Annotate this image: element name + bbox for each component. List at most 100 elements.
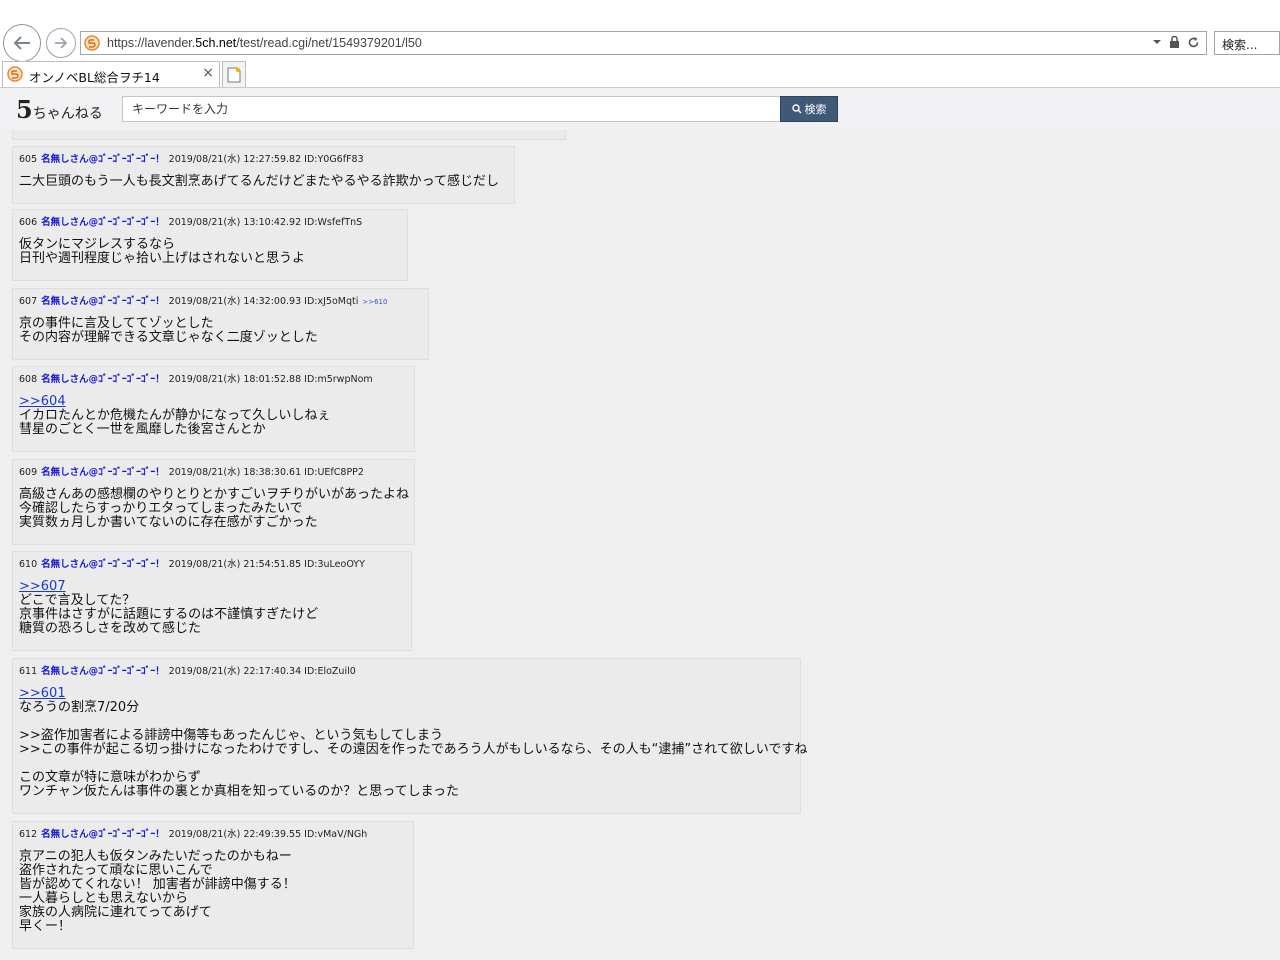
post-line: 盗作されたって頑なに思いこんで xyxy=(19,863,213,878)
post: 610 名無しさん@ｺﾞｰｺﾞｰｺﾞｰｺﾞｰ！ 2019/08/21(水) 21:5… xyxy=(12,551,412,651)
site-header: 5ちゃんねる 検索 xyxy=(0,88,1280,131)
refresh-icon[interactable] xyxy=(1187,36,1200,49)
url-text[interactable]: https://lavender.5ch.net/test/read.cgi/n… xyxy=(107,36,422,50)
forward-button[interactable] xyxy=(46,28,76,58)
search-button-label: 検索 xyxy=(804,103,827,116)
post-body: 京の事件に言及しててゾッとした その内容が理解できる文章じゃなく二度ゾッとした xyxy=(19,317,422,345)
post-line xyxy=(19,757,794,771)
post-number[interactable]: 608 xyxy=(19,374,37,385)
address-bar[interactable]: https://lavender.5ch.net/test/read.cgi/n… xyxy=(80,31,1207,55)
post-line: >>この事件が起こる切っ掛けになったわけですし、その遠因を作ったであろう人がもし… xyxy=(19,742,808,757)
anchor-link[interactable]: >>607 xyxy=(19,580,405,594)
post-number[interactable]: 605 xyxy=(19,154,37,165)
post-number[interactable]: 606 xyxy=(19,217,37,228)
thread-content: 605 名無しさん@ｺﾞｰｺﾞｰｺﾞｰｺﾞｰ！ 2019/08/21(水) 12:2… xyxy=(0,130,1280,960)
post-line: なろうの割烹7/20分 xyxy=(19,700,140,715)
post-meta: 605 名無しさん@ｺﾞｰｺﾞｰｺﾞｰｺﾞｰ！ 2019/08/21(水) 12:2… xyxy=(19,153,508,167)
post-datetime: 2019/08/21(水) 13:10:42.92 xyxy=(168,217,302,228)
poster-name: 名無しさん@ｺﾞｰｺﾞｰｺﾞｰｺﾞｰ！ xyxy=(41,374,165,385)
post: 605 名無しさん@ｺﾞｰｺﾞｰｺﾞｰｺﾞｰ！ 2019/08/21(水) 12:2… xyxy=(12,146,515,204)
post: 609 名無しさん@ｺﾞｰｺﾞｰｺﾞｰｺﾞｰ！ 2019/08/21(水) 18:3… xyxy=(12,459,415,545)
post: 612 名無しさん@ｺﾞｰｺﾞｰｺﾞｰｺﾞｰ！ 2019/08/21(水) 22:4… xyxy=(12,821,414,949)
poster-id[interactable]: ID:vMaV/NGh xyxy=(304,829,367,840)
post-datetime: 2019/08/21(水) 22:17:40.34 xyxy=(168,666,302,677)
post-datetime: 2019/08/21(水) 18:01:52.88 xyxy=(168,374,302,385)
post-number[interactable]: 609 xyxy=(19,467,37,478)
post-line: 仮タンにマジレスするなら xyxy=(19,237,176,252)
post-line: 京事件はさすがに話題にするのは不謹慎すぎたけど xyxy=(19,607,319,622)
poster-name: 名無しさん@ｺﾞｰｺﾞｰｺﾞｰｺﾞｰ！ xyxy=(41,217,165,228)
post-line: 今確認したらすっかりエタってしまったみたいで xyxy=(19,501,303,516)
post-body: >>607 どこで言及してた？ 京事件はさすがに話題にするのは不謹慎すぎたけど 糖質の… xyxy=(19,580,405,636)
post-number[interactable]: 611 xyxy=(19,666,37,677)
tab-close-icon[interactable]: × xyxy=(202,65,214,81)
post-line: 家族の人病院に連れてってあげて xyxy=(19,905,212,920)
post-datetime: 2019/08/21(水) 21:54:51.85 xyxy=(168,559,302,570)
post: 607 名無しさん@ｺﾞｰｺﾞｰｺﾞｰｺﾞｰ！ 2019/08/21(水) 14:3… xyxy=(12,288,429,360)
poster-name: 名無しさん@ｺﾞｰｺﾞｰｺﾞｰｺﾞｰ！ xyxy=(41,296,165,307)
post-line: その内容が理解できる文章じゃなく二度ゾッとした xyxy=(19,330,318,345)
poster-name: 名無しさん@ｺﾞｰｺﾞｰｺﾞｰｺﾞｰ！ xyxy=(41,467,165,478)
post-body: 二大巨頭のもう一人も長文割烹あげてるんだけどまたやるやる詐欺かって感じだし xyxy=(19,175,508,189)
search-button[interactable]: 検索 xyxy=(780,96,838,122)
post-datetime: 2019/08/21(水) 14:32:00.93 xyxy=(168,296,302,307)
back-button[interactable] xyxy=(3,24,41,62)
poster-id[interactable]: ID:Y0G6fF83 xyxy=(304,154,363,165)
post-line: 二大巨頭のもう一人も長文割烹あげてるんだけどまたやるやる詐欺かって感じだし xyxy=(19,174,499,189)
site-favicon-icon xyxy=(84,35,100,55)
magnifier-icon xyxy=(791,104,802,114)
new-tab-icon xyxy=(227,67,241,82)
post-meta: 611 名無しさん@ｺﾞｰｺﾞｰｺﾞｰｺﾞｰ！ 2019/08/21(水) 22:1… xyxy=(19,665,794,679)
post-line: この文章が特に意味がわからず xyxy=(19,770,201,785)
post-body: >>604 イカロたんとか危機たんが静かになって久しいしねぇ 彗星のごとく一世を風靡… xyxy=(19,395,408,437)
post-number[interactable]: 612 xyxy=(19,829,37,840)
post-datetime: 2019/08/21(水) 12:27:59.82 xyxy=(168,154,302,165)
post: 606 名無しさん@ｺﾞｰｺﾞｰｺﾞｰｺﾞｰ！ 2019/08/21(水) 13:1… xyxy=(12,209,408,281)
post-line: 京の事件に言及しててゾッとした xyxy=(19,316,214,331)
keyword-search-input[interactable] xyxy=(122,96,781,122)
post-line: 早くー！ xyxy=(19,919,72,934)
previous-post-edge xyxy=(12,130,566,140)
post-meta: 609 名無しさん@ｺﾞｰｺﾞｰｺﾞｰｺﾞｰ！ 2019/08/21(水) 18:3… xyxy=(19,466,408,480)
poster-id[interactable]: ID:EloZuil0 xyxy=(304,666,356,677)
anchor-link[interactable]: >>601 xyxy=(19,687,794,701)
poster-id[interactable]: ID:UEfC8PP2 xyxy=(304,467,364,478)
post-line: >>盗作加害者による誹謗中傷等もあったんじゃ、という気もしてしまう xyxy=(19,728,444,743)
post-meta: 608 名無しさん@ｺﾞｰｺﾞｰｺﾞｰｺﾞｰ！ 2019/08/21(水) 18:0… xyxy=(19,373,408,387)
post-line xyxy=(19,715,794,729)
post-body: 京アニの犯人も仮タンみたいだったのかもねー 盗作されたって頑なに思いこんで 皆が認め… xyxy=(19,850,407,934)
new-tab-button[interactable] xyxy=(222,61,246,87)
poster-id[interactable]: ID:3uLeoOYY xyxy=(304,559,365,570)
post-line: 糖質の恐ろしさを改めて感じた xyxy=(19,621,202,636)
post-line: 高級さんあの感想欄のやりとりとかすごいヲチりがいがあったよね xyxy=(19,487,410,502)
lock-icon[interactable] xyxy=(1169,35,1180,49)
poster-id[interactable]: ID:xJ5oMqti xyxy=(304,296,358,307)
poster-name: 名無しさん@ｺﾞｰｺﾞｰｺﾞｰｺﾞｰ！ xyxy=(41,154,165,165)
post-line: ワンチャン仮たんは事件の裏とか真相を知っているのか？と思ってしまった xyxy=(19,784,460,799)
post-meta: 610 名無しさん@ｺﾞｰｺﾞｰｺﾞｰｺﾞｰ！ 2019/08/21(水) 21:5… xyxy=(19,558,405,572)
post-line: 一人暮らしとも思えないから xyxy=(19,891,189,906)
browser-search-box[interactable]: 検索... xyxy=(1214,31,1280,55)
post-line: 皆が認めてくれない！ 加害者が誹謗中傷する！ xyxy=(19,877,296,892)
site-logo[interactable]: 5ちゃんねる xyxy=(16,95,103,124)
post-meta: 607 名無しさん@ｺﾞｰｺﾞｰｺﾞｰｺﾞｰ！ 2019/08/21(水) 14:3… xyxy=(19,295,422,309)
post-line: 京アニの犯人も仮タンみたいだったのかもねー xyxy=(19,849,292,864)
post-line: 日刊や週刊程度じゃ拾い上げはされないと思うよ xyxy=(19,251,306,266)
poster-name: 名無しさん@ｺﾞｰｺﾞｰｺﾞｰｺﾞｰ！ xyxy=(41,559,165,570)
poster-id[interactable]: ID:WsfefTnS xyxy=(304,217,362,228)
back-arrow-icon xyxy=(13,36,30,50)
post-line: どこで言及してた？ xyxy=(19,593,136,608)
poster-name: 名無しさん@ｺﾞｰｺﾞｰｺﾞｰｺﾞｰ！ xyxy=(41,666,165,677)
dropdown-arrow-icon[interactable] xyxy=(1152,38,1162,46)
post-datetime: 2019/08/21(水) 18:38:30.61 xyxy=(168,467,302,478)
anchor-link[interactable]: >>604 xyxy=(19,395,408,409)
post-meta: 606 名無しさん@ｺﾞｰｺﾞｰｺﾞｰｺﾞｰ！ 2019/08/21(水) 13:1… xyxy=(19,216,401,230)
tab-active[interactable]: オンノベBL総合ヲチ14 × xyxy=(2,61,220,87)
post-number[interactable]: 607 xyxy=(19,296,37,307)
post-line: 実質数ヵ月しか書いてないのに存在感がすごかった xyxy=(19,515,318,530)
post-meta: 612 名無しさん@ｺﾞｰｺﾞｰｺﾞｰｺﾞｰ！ 2019/08/21(水) 22:4… xyxy=(19,828,407,842)
post-number[interactable]: 610 xyxy=(19,559,37,570)
reply-link[interactable]: >>610 xyxy=(362,298,387,306)
post-line: 彗星のごとく一世を風靡した後宮さんとか xyxy=(19,422,266,437)
poster-id[interactable]: ID:m5rwpNom xyxy=(304,374,373,385)
